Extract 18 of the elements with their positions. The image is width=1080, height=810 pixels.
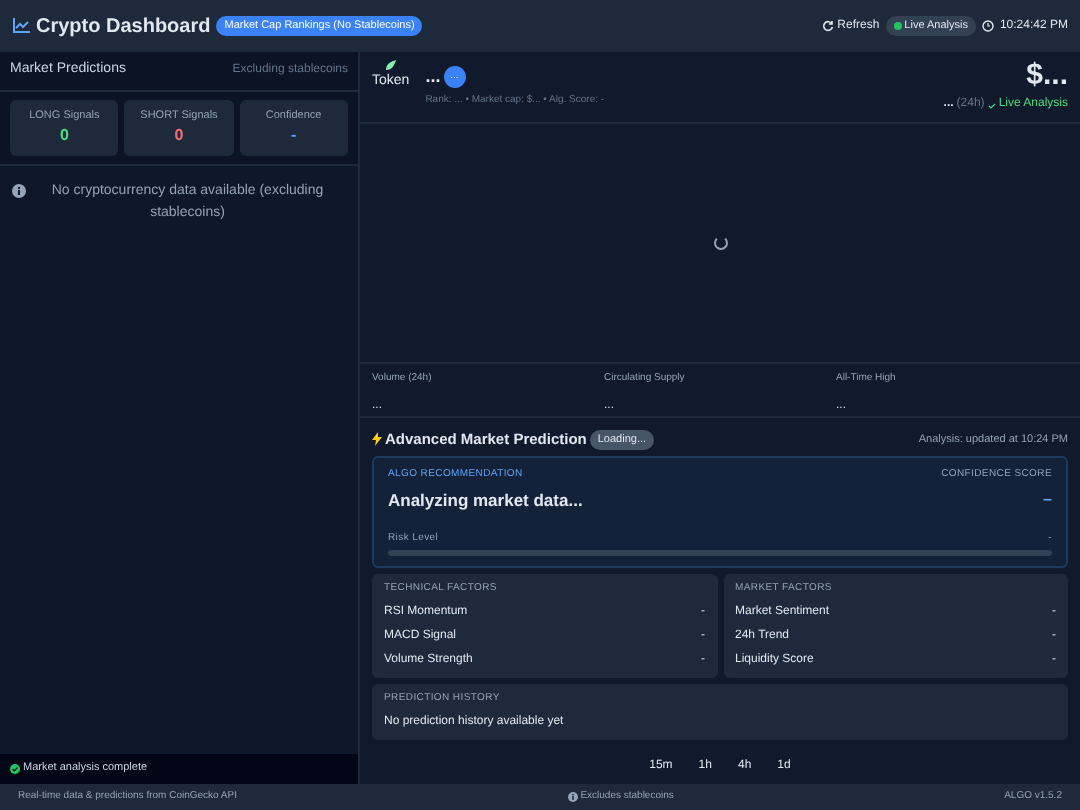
info-icon: [12, 184, 26, 198]
dashboard-title: Crypto Dashboard: [36, 13, 211, 41]
clock-icon: [981, 20, 994, 32]
loading-spinner: [713, 236, 727, 251]
lightning-icon: [372, 432, 382, 447]
check-circle-icon: [10, 764, 20, 774]
stat-value: 0: [59, 124, 69, 149]
info-icon: [567, 792, 578, 802]
token-price: $...: [1026, 60, 1068, 90]
stat-value: 0: [174, 124, 184, 149]
refresh-icon: [822, 20, 835, 32]
check-icon: [987, 101, 996, 109]
token-name: ...: [425, 64, 441, 90]
stat-value: -: [290, 124, 297, 149]
confidence-score: –: [1043, 488, 1052, 513]
line-chart-icon: [12, 18, 30, 34]
leaf-icon: [384, 60, 397, 72]
recommendation-text: Analyzing market data...: [388, 487, 583, 514]
